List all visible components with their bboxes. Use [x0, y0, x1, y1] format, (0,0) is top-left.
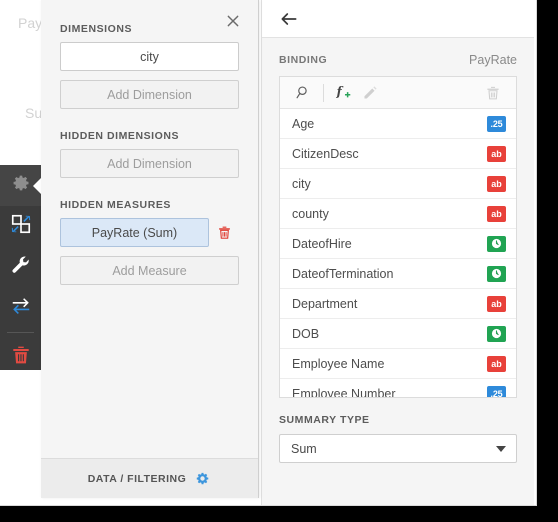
hidden-measure-row: PayRate (Sum)	[60, 218, 239, 247]
field-type-badge-date	[487, 235, 506, 252]
data-filtering-footer[interactable]: DATA / FILTERING	[41, 458, 258, 498]
pencil-icon	[363, 86, 377, 99]
gear-icon	[10, 172, 32, 199]
rail-item-swap-shapes[interactable]	[0, 206, 41, 247]
fx-add-icon: f	[335, 85, 350, 99]
summary-type-select[interactable]: Sum	[279, 434, 517, 463]
search-icon	[296, 86, 307, 99]
field-label: CitizenDesc	[292, 146, 359, 161]
remove-measure-button[interactable]	[209, 224, 239, 241]
clock-icon	[491, 238, 502, 249]
dimension-chip-city[interactable]: city	[60, 42, 239, 71]
rail-divider	[7, 332, 34, 333]
rail-item-transfer[interactable]	[0, 288, 41, 329]
field-row-7[interactable]: DOB	[280, 319, 516, 349]
field-label: DateofTermination	[292, 266, 394, 281]
field-label: Employee Number	[292, 386, 396, 398]
field-label: city	[292, 176, 311, 191]
field-list-toolbar: f	[280, 77, 516, 109]
summary-type-section: SUMMARY TYPE Sum	[262, 398, 534, 463]
trash-icon	[487, 86, 499, 99]
field-row-9[interactable]: Employee Number .25	[280, 379, 516, 398]
dimensions-body: DIMENSIONS city Add Dimension HIDDEN DIM…	[41, 23, 258, 285]
rail-item-tools[interactable]	[0, 247, 41, 288]
svg-text:f: f	[335, 85, 343, 99]
clock-icon	[491, 268, 502, 279]
field-list-container: f Age .25 CitizenDesc ab city ab county …	[279, 76, 517, 398]
close-icon	[227, 15, 239, 27]
field-label: Employee Name	[292, 356, 385, 371]
search-button[interactable]	[290, 80, 316, 106]
add-measure-button[interactable]: Add Measure	[60, 256, 239, 285]
gear-icon	[197, 472, 209, 485]
field-type-badge-text: ab	[487, 145, 506, 162]
field-row-4[interactable]: DateofHire	[280, 229, 516, 259]
field-row-2[interactable]: city ab	[280, 169, 516, 199]
field-label: county	[292, 206, 329, 221]
rail-item-delete[interactable]	[0, 337, 41, 378]
field-row-8[interactable]: Employee Name ab	[280, 349, 516, 379]
delete-field-button	[480, 80, 506, 106]
field-type-badge-text: ab	[487, 295, 506, 312]
wrench-icon	[10, 254, 32, 281]
trash-icon	[218, 226, 230, 239]
rail-item-settings-gear[interactable]	[0, 165, 41, 206]
add-dimension-button[interactable]: Add Dimension	[60, 80, 239, 109]
field-row-1[interactable]: CitizenDesc ab	[280, 139, 516, 169]
field-row-3[interactable]: county ab	[280, 199, 516, 229]
field-list[interactable]: Age .25 CitizenDesc ab city ab county ab…	[280, 109, 516, 398]
field-label: DOB	[292, 326, 320, 341]
chevron-down-icon	[496, 445, 506, 452]
binding-panel: BINDING PayRate f Age .25 CitizenDesc ab…	[261, 0, 534, 505]
field-label: Department	[292, 296, 358, 311]
arrow-left-icon	[281, 12, 297, 25]
toolbar-separator	[323, 83, 324, 102]
field-label: DateofHire	[292, 236, 352, 251]
application-window: PayRate Sum	[0, 0, 537, 506]
swap-squares-icon	[10, 213, 32, 240]
field-row-5[interactable]: DateofTermination	[280, 259, 516, 289]
field-type-badge-text: ab	[487, 355, 506, 372]
measure-chip-payrate-sum[interactable]: PayRate (Sum)	[60, 218, 209, 247]
binding-header	[262, 0, 534, 38]
field-type-badge-numeric: .25	[487, 385, 506, 397]
binding-title: BINDING	[279, 54, 328, 66]
field-row-0[interactable]: Age .25	[280, 109, 516, 139]
clock-icon	[491, 328, 502, 339]
binding-title-row: BINDING PayRate	[262, 38, 534, 76]
summary-type-value: Sum	[291, 441, 317, 456]
hidden-measures-section-title: HIDDEN MEASURES	[60, 199, 171, 211]
dimensions-panel: DIMENSIONS city Add Dimension HIDDEN DIM…	[41, 0, 259, 498]
hidden-dimensions-section-title: HIDDEN DIMENSIONS	[60, 130, 180, 142]
summary-type-label: SUMMARY TYPE	[279, 414, 370, 426]
edit-button	[357, 80, 383, 106]
trash-icon	[10, 344, 32, 371]
binding-value: PayRate	[469, 53, 517, 67]
exchange-arrows-icon	[10, 295, 32, 322]
back-button[interactable]	[276, 6, 302, 32]
field-type-badge-text: ab	[487, 175, 506, 192]
icon-rail	[0, 165, 41, 370]
add-formula-button[interactable]: f	[331, 80, 357, 106]
data-filtering-gear-button[interactable]	[194, 470, 211, 487]
field-type-badge-text: ab	[487, 205, 506, 222]
add-hidden-dimension-button[interactable]: Add Dimension	[60, 149, 239, 178]
dimensions-section-title: DIMENSIONS	[60, 23, 133, 35]
field-label: Age	[292, 116, 315, 131]
field-type-badge-date	[487, 265, 506, 282]
data-filtering-label: DATA / FILTERING	[87, 472, 187, 485]
close-button[interactable]	[220, 8, 246, 34]
field-type-badge-numeric: .25	[487, 115, 506, 132]
field-row-6[interactable]: Department ab	[280, 289, 516, 319]
field-type-badge-date	[487, 325, 506, 342]
